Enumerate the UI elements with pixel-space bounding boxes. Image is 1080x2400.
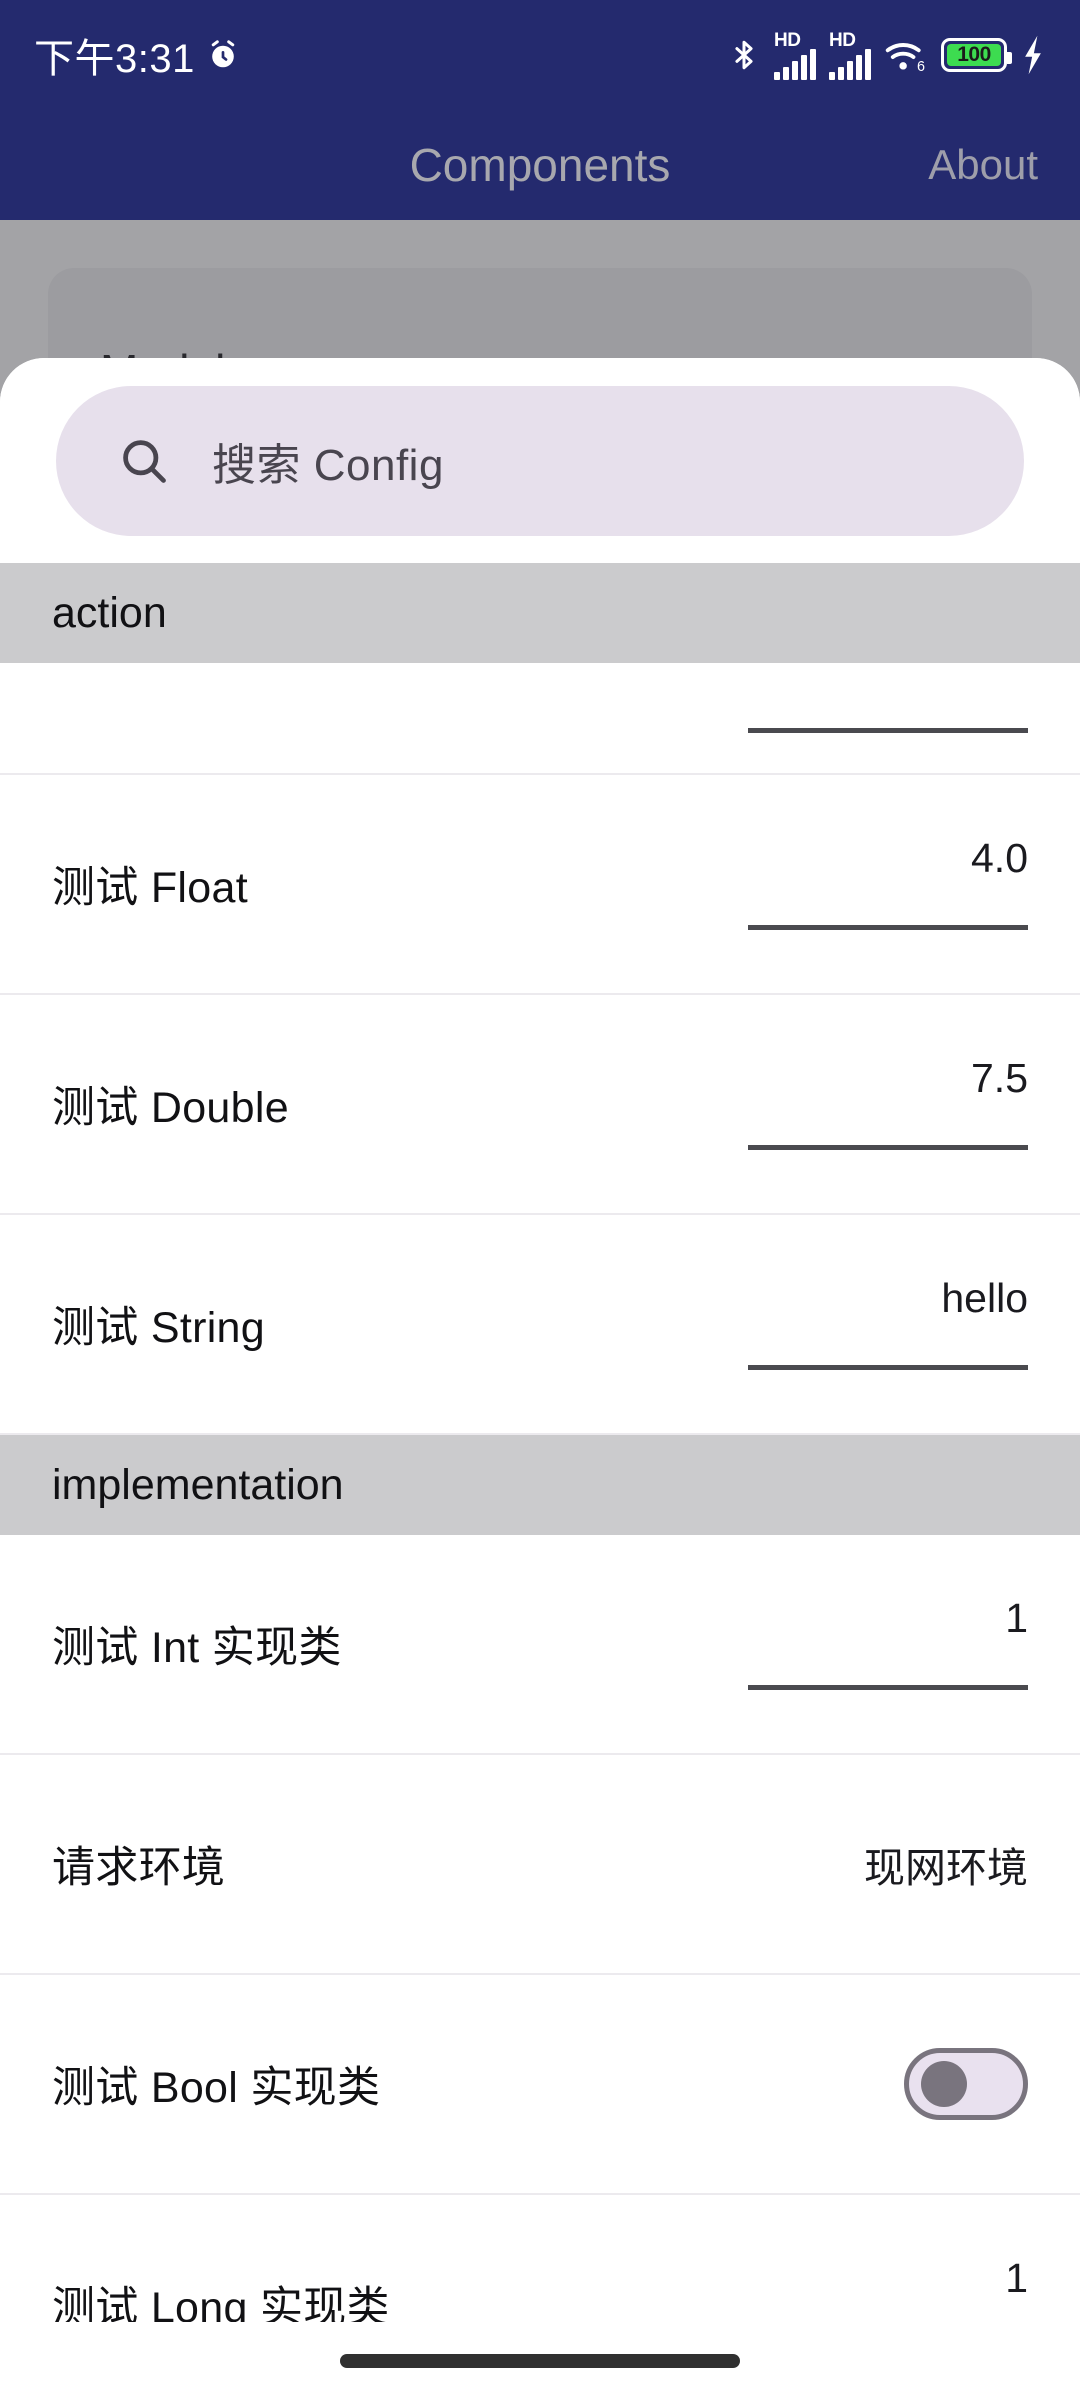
- row-label: 请求环境: [52, 1844, 226, 1892]
- signal-bars-2: [829, 48, 871, 80]
- signal-hd-icon-1: HD: [774, 31, 816, 80]
- row-label: 测试 String: [52, 1304, 265, 1352]
- row-value: 4.0: [971, 835, 1028, 881]
- alarm-clock-icon: [205, 37, 241, 73]
- section-header-implementation: implementation: [0, 1435, 1080, 1535]
- row-value-field[interactable]: 7.5: [748, 1058, 1028, 1150]
- config-list[interactable]: action 测试 Float 4.0 测试 Double 7.5 测试 Str…: [0, 563, 1080, 2400]
- search-placeholder: 搜索 Config: [212, 440, 444, 490]
- lightning-bolt-icon: [1020, 34, 1046, 76]
- search-area: 搜索 Config: [0, 358, 1080, 563]
- status-bar-left: 下午3:31: [34, 26, 241, 84]
- signal-hd-label-2: HD: [829, 29, 856, 51]
- row-label: 测试 Int 实现类: [52, 1624, 342, 1672]
- row-label: 测试 Float: [52, 864, 248, 912]
- config-modal-sheet: 搜索 Config action 测试 Float 4.0 测试 Double …: [0, 358, 1080, 2400]
- table-row[interactable]: 测试 String hello: [0, 1215, 1080, 1435]
- table-row[interactable]: 测试 Float 4.0: [0, 775, 1080, 995]
- battery-level-label: 100: [947, 43, 1001, 66]
- table-row[interactable]: 请求环境 现网环境: [0, 1755, 1080, 1975]
- system-navigation-bar: [0, 2322, 1080, 2400]
- row-toggle-switch[interactable]: [904, 2048, 1028, 2120]
- row-underline: [748, 1145, 1028, 1150]
- row-value-field[interactable]: 4.0: [748, 838, 1028, 930]
- signal-bars-1: [774, 48, 816, 80]
- bluetooth-icon: [727, 35, 761, 75]
- table-row[interactable]: 测试 Double 7.5: [0, 995, 1080, 1215]
- app-bar-title: Components: [409, 139, 671, 191]
- row-label: 测试 Double: [52, 1084, 289, 1132]
- toggle-thumb: [921, 2061, 967, 2107]
- phone-screen: 下午3:31 HD HD 6 100 Components About 搜索 C…: [0, 0, 1080, 2400]
- row-value-field[interactable]: hello: [748, 1278, 1028, 1370]
- table-row[interactable]: 测试 Int 实现类 1: [0, 1535, 1080, 1755]
- row-underline: [748, 728, 1028, 733]
- row-underline: [748, 1365, 1028, 1370]
- about-tab[interactable]: About: [928, 141, 1038, 189]
- row-value: hello: [941, 1275, 1028, 1321]
- row-label: 测试 Bool 实现类: [52, 2064, 381, 2112]
- section-header-action: action: [0, 563, 1080, 663]
- table-row[interactable]: 测试 Bool 实现类: [0, 1975, 1080, 2195]
- signal-hd-label-1: HD: [774, 29, 801, 51]
- row-underline: [748, 1685, 1028, 1690]
- table-row[interactable]: [0, 663, 1080, 775]
- row-value: 现网环境: [864, 1845, 1028, 1891]
- home-indicator[interactable]: [340, 2354, 740, 2368]
- status-bar-time: 下午3:31: [34, 37, 195, 81]
- svg-text:6: 6: [917, 59, 925, 74]
- row-value: 7.5: [971, 1055, 1028, 1101]
- row-value: 1: [1005, 1595, 1028, 1641]
- signal-hd-icon-2: HD: [829, 31, 871, 80]
- search-icon: [118, 435, 170, 487]
- status-bar-right: HD HD 6 100: [727, 31, 1046, 80]
- battery-icon: 100: [941, 38, 1012, 72]
- row-value-field[interactable]: [748, 682, 1028, 733]
- search-input[interactable]: 搜索 Config: [56, 385, 1024, 536]
- row-value-field[interactable]: 1: [748, 1598, 1028, 1690]
- status-bar: 下午3:31 HD HD 6 100: [0, 0, 1080, 110]
- wifi-6-icon: 6: [884, 36, 928, 74]
- app-bar: Components About: [0, 110, 1080, 220]
- row-underline: [748, 925, 1028, 930]
